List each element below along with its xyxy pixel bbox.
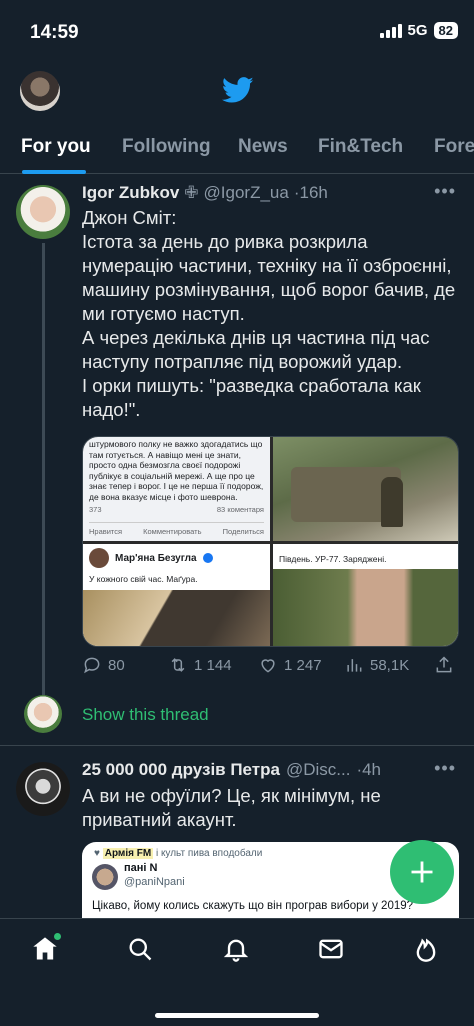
nav-search[interactable] xyxy=(126,935,158,967)
fb-name: Мар'яна Безугла xyxy=(115,552,197,564)
media-photo-vehicle[interactable] xyxy=(273,437,458,541)
fire-icon xyxy=(416,938,436,962)
tweet-author-avatar[interactable] xyxy=(16,762,70,816)
views-button[interactable]: 58,1K xyxy=(344,655,409,675)
quote-author-handle: @paniNpani xyxy=(124,876,185,888)
twitter-bird-icon xyxy=(221,77,254,103)
battery-badge: 82 xyxy=(433,22,458,39)
status-indicators: 5G 82 xyxy=(379,22,458,39)
network-label: 5G xyxy=(407,22,428,39)
top-bar xyxy=(0,66,474,120)
like-button[interactable]: 1 247 xyxy=(258,655,322,675)
profile-avatar[interactable] xyxy=(20,71,60,111)
quote-context-rest: і культ пива вподобали xyxy=(155,848,263,859)
quote-author-name: пані N xyxy=(124,862,158,874)
tweet-time: ·4h xyxy=(356,760,382,779)
thread-avatar xyxy=(24,695,62,733)
media-screenshot-caption[interactable]: Південь. УР-77. Заряджені. xyxy=(273,544,458,646)
show-thread-row[interactable]: Show this thread xyxy=(0,693,474,739)
fb-avatar xyxy=(89,548,109,568)
quote-avatar xyxy=(92,864,118,890)
tweet-text: Джон Сміт: Істота за день до ривка розкр… xyxy=(82,206,462,422)
comments-count: 83 коментаря xyxy=(216,505,264,514)
media-screenshot-post[interactable]: штурмового полку не важко здогадатись що… xyxy=(83,437,270,541)
tweet-header: 25 000 000 друзів Петра @Disc... ·4h xyxy=(82,760,381,780)
author-name[interactable]: Igor Zubkov xyxy=(82,183,179,203)
retweet-count: 1 144 xyxy=(194,656,232,674)
chevron-patch-photo xyxy=(83,590,270,646)
tweet-text: А ви не офуїли? Це, як мінімум, не прива… xyxy=(82,785,381,830)
verified-icon xyxy=(202,553,213,563)
tweet-media-grid[interactable]: штурмового полку не важко здогадатись що… xyxy=(82,436,459,647)
show-thread-link[interactable]: Show this thread xyxy=(82,705,209,725)
tweet-line: А через декілька днів ця частина під час… xyxy=(82,327,430,372)
retweet-icon xyxy=(171,658,185,672)
search-icon xyxy=(129,938,152,961)
views-count: 58,1K xyxy=(370,656,410,674)
person-shape xyxy=(381,477,403,527)
tweet-actions: 80 1 144 1 247 58,1K xyxy=(82,655,454,679)
tweet-author-avatar[interactable] xyxy=(16,185,70,239)
notification-dot xyxy=(54,933,61,940)
nav-messages[interactable] xyxy=(317,935,349,967)
status-bar: 14:59 5G 82 xyxy=(0,0,474,66)
tweet-line: Джон Сміт: xyxy=(82,207,177,228)
nav-spaces[interactable] xyxy=(412,935,444,967)
tab-for-you[interactable]: For you xyxy=(21,136,91,158)
like-count: 1 247 xyxy=(284,656,322,674)
compose-button[interactable] xyxy=(390,840,454,904)
more-options-icon[interactable]: ••• xyxy=(434,758,456,779)
photo-caption: Південь. УР-77. Заряджені. xyxy=(279,554,387,564)
author-name[interactable]: 25 000 000 друзів Петра xyxy=(82,760,280,780)
home-indicator xyxy=(155,1013,319,1018)
like-icon xyxy=(261,659,275,673)
retweet-button[interactable]: 1 144 xyxy=(168,655,232,675)
tab-following[interactable]: Following xyxy=(122,136,211,158)
reply-button[interactable]: 80 xyxy=(82,655,125,675)
bottom-nav xyxy=(0,918,474,1026)
quote-text: Цікаво, йому колись скажуть що він прогр… xyxy=(92,900,414,912)
thread-line xyxy=(42,243,45,698)
reply-count: 80 xyxy=(108,656,125,674)
portrait-photo xyxy=(273,569,458,646)
active-tab-indicator xyxy=(22,170,86,174)
tab-fintech[interactable]: Fin&Tech xyxy=(318,136,403,158)
views-icon xyxy=(347,659,362,672)
quote-context: ♥ Армія FM і культ пива вподобали xyxy=(94,848,263,859)
mail-icon xyxy=(319,939,343,959)
share-icon xyxy=(436,656,452,673)
tab-fore[interactable]: Fore xyxy=(434,136,474,158)
post-actions: Нравится Комментировать Поделиться xyxy=(89,521,264,538)
fb-header: Мар'яна Безугла xyxy=(89,548,213,568)
tweet-line: Істота за день до ривка розкрила нумерац… xyxy=(82,231,456,324)
post-comment-label: Комментировать xyxy=(143,526,202,536)
bell-icon xyxy=(223,939,249,962)
media-screenshot-fb[interactable]: Мар'яна Безугла У кожного свій час. Маґу… xyxy=(83,544,270,646)
post-text: штурмового полку не важко здогадатись що… xyxy=(89,439,264,502)
share-button[interactable] xyxy=(434,655,454,675)
signal-icon xyxy=(379,23,402,38)
post-like-label: Нравится xyxy=(89,526,123,536)
tweet-line: І орки пишуть: "разведка сработала как н… xyxy=(82,375,421,420)
quote-context-bold: Армія FM xyxy=(102,848,154,859)
author-badge-icon: ✙ xyxy=(184,183,199,202)
tweet-header: Igor Zubkov ✙ @IgorZ_ua ·16h xyxy=(82,183,328,203)
nav-notifications[interactable] xyxy=(222,935,254,967)
more-options-icon[interactable]: ••• xyxy=(434,181,456,202)
reactions-count: 373 xyxy=(89,505,102,514)
fb-text: У кожного свій час. Маґура. xyxy=(89,574,198,584)
status-time: 14:59 xyxy=(30,22,79,43)
compose-plus-icon xyxy=(411,861,433,883)
timeline-tabs: For you Following News Fin&Tech Fore xyxy=(0,122,474,174)
post-stats: 373 83 коментаря xyxy=(89,505,264,516)
reply-icon xyxy=(84,657,100,674)
tab-news[interactable]: News xyxy=(238,136,288,158)
author-handle: @IgorZ_ua xyxy=(203,183,289,202)
tweet-time: ·16h xyxy=(293,183,328,202)
author-handle: @Disc... xyxy=(285,760,351,779)
post-share-label: Поделиться xyxy=(222,526,264,536)
